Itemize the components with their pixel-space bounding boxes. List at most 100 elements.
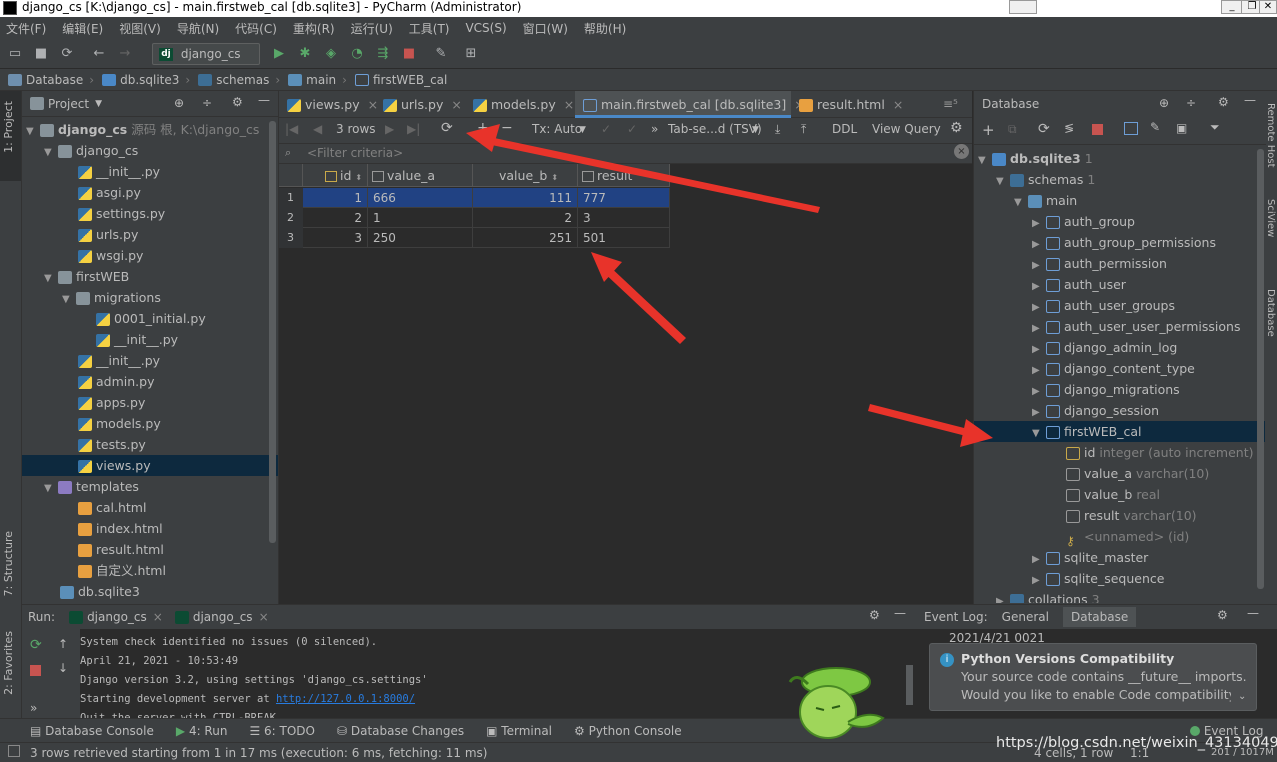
table-cell[interactable]: 501 — [578, 228, 670, 248]
export-icon[interactable]: ⤓ — [775, 122, 780, 137]
db-table[interactable]: ▶ auth_group — [1032, 211, 1135, 232]
tree-item[interactable]: ▼ migrations — [62, 287, 161, 308]
console-scrollbar[interactable] — [906, 665, 913, 705]
menu-edit[interactable]: 编辑(E) — [62, 20, 103, 37]
copy-icon[interactable]: ⧉ — [1008, 122, 1017, 137]
table-cell[interactable]: 1 — [303, 188, 368, 208]
down-icon[interactable]: ↓ — [58, 661, 68, 675]
stop-icon[interactable]: ■ — [400, 45, 418, 63]
menu-run[interactable]: 运行(U) — [351, 20, 393, 37]
row-number[interactable]: 3 — [279, 228, 303, 248]
tool-todo[interactable]: ☰ 6: TODO — [249, 724, 315, 738]
db-table[interactable]: ▶ django_session — [1032, 400, 1159, 421]
db-table[interactable]: ▶ auth_user_user_permissions — [1032, 316, 1240, 337]
last-page-icon[interactable]: ▶| — [407, 122, 420, 136]
close-icon[interactable]: × — [893, 97, 903, 112]
gear-icon[interactable]: ⚙ — [1217, 608, 1228, 622]
rerun-icon[interactable]: ⟳ — [30, 637, 42, 653]
refresh-icon[interactable]: ⟳ — [1038, 121, 1050, 137]
db-column[interactable]: value_b real — [1066, 484, 1160, 505]
tree-item[interactable]: ▼ firstWEB — [44, 266, 129, 287]
column-header-result[interactable]: result ⬍ — [578, 164, 670, 187]
close-icon[interactable]: × — [451, 97, 461, 112]
menu-help[interactable]: 帮助(H) — [584, 20, 626, 37]
menu-navigate[interactable]: 导航(N) — [177, 20, 219, 37]
db-table-selected[interactable]: ▼ firstWEB_cal — [974, 421, 1265, 442]
tree-item[interactable]: admin.py — [78, 371, 154, 392]
tree-item[interactable]: apps.py — [78, 392, 145, 413]
ddl-button[interactable]: DDL — [832, 122, 857, 136]
gear-icon[interactable]: ⚙ — [1218, 95, 1229, 109]
run-icon[interactable]: ▶ — [270, 45, 288, 63]
db-column[interactable]: value_a varchar(10) — [1066, 463, 1209, 484]
tool-tab-project[interactable]: 1: Project — [2, 101, 15, 153]
extractor-select[interactable]: Tab-se...d (TSV) — [668, 122, 762, 136]
tree-item[interactable]: db.sqlite3 — [60, 581, 140, 602]
up-icon[interactable]: ↑ — [58, 637, 68, 651]
tab-urls-py[interactable]: urls.py × — [375, 91, 465, 118]
tree-item[interactable]: tests.py — [78, 434, 146, 455]
notification-balloon[interactable]: i Python Versions Compatibility Your sou… — [929, 643, 1257, 711]
table-cell[interactable]: 2 — [303, 208, 368, 228]
table-cell[interactable]: 111 — [473, 188, 578, 208]
stop-icon[interactable] — [1092, 124, 1103, 135]
db-column[interactable]: id integer (auto increment) — [1066, 442, 1254, 463]
tool-run[interactable]: ▶ 4: Run — [176, 724, 228, 738]
import-icon[interactable]: ⤒ — [801, 122, 806, 137]
concurrency-icon[interactable]: ⇶ — [374, 45, 392, 63]
tree-item[interactable]: 0001_initial.py — [96, 308, 206, 329]
tree-item[interactable]: __init__.py — [96, 329, 178, 350]
hide-icon[interactable]: — — [894, 606, 906, 620]
tool-database-changes[interactable]: ⛁ Database Changes — [337, 724, 464, 738]
project-panel-title[interactable]: Project — [48, 97, 89, 111]
more-icon[interactable]: » — [651, 122, 658, 136]
menu-window[interactable]: 窗口(W) — [523, 20, 568, 37]
run-config-select[interactable]: dj django_cs ▼ — [152, 43, 260, 81]
tool-tab-favorites[interactable]: 2: Favorites — [2, 631, 15, 695]
tree-item[interactable]: __init__.py — [78, 350, 160, 371]
close-icon[interactable]: × — [153, 610, 163, 624]
menu-refactor[interactable]: 重构(R) — [293, 20, 335, 37]
chevron-down-icon[interactable]: ▼ — [95, 99, 102, 109]
chevron-down-icon[interactable]: ⌄ — [1238, 688, 1246, 706]
rows-count[interactable]: 3 rows — [336, 122, 376, 136]
tree-item[interactable]: settings.py — [78, 203, 165, 224]
server-link[interactable]: http://127.0.0.1:8000/ — [276, 693, 415, 705]
db-table[interactable]: ▶ auth_permission — [1032, 253, 1167, 274]
prev-page-icon[interactable]: ◀ — [313, 122, 322, 136]
debug-icon[interactable]: ✱ — [296, 45, 314, 63]
gear-icon[interactable]: ⚙ — [869, 608, 880, 622]
column-header-id[interactable]: id ⬍ — [303, 164, 368, 187]
menu-tools[interactable]: 工具(T) — [409, 20, 450, 37]
tab-views-py[interactable]: views.py × — [279, 91, 378, 118]
tree-item[interactable]: 自定义.html — [78, 560, 166, 581]
profile-icon[interactable]: ◔ — [348, 45, 366, 63]
tool-tab-sciview[interactable]: SciView — [1265, 199, 1276, 237]
breadcrumb-firstweb-cal[interactable]: firstWEB_cal — [354, 73, 447, 87]
db-table[interactable]: ▶ django_admin_log — [1032, 337, 1177, 358]
tx-mode-select[interactable]: Tx: Auto — [532, 122, 582, 136]
tab-database[interactable]: Database — [1062, 607, 1137, 627]
tool-python-console[interactable]: ⚙ Python Console — [574, 724, 682, 738]
db-table[interactable]: ▶ django_migrations — [1032, 379, 1180, 400]
table-cell[interactable]: 666 — [368, 188, 473, 208]
sort-icon[interactable]: ⬍ — [660, 173, 667, 182]
table-cell[interactable]: 3 — [578, 208, 670, 228]
close-button[interactable]: ✕ — [1259, 0, 1277, 14]
add-row-icon[interactable]: + — [477, 120, 489, 136]
project-scrollbar[interactable] — [269, 121, 276, 543]
tree-item[interactable]: ▼ templates — [44, 476, 139, 497]
breadcrumb-schemas[interactable]: schemas › — [198, 73, 280, 87]
filter-input[interactable]: <Filter criteria> — [307, 146, 403, 160]
back-icon[interactable]: ← — [90, 45, 108, 63]
collapse-icon[interactable]: ÷ — [202, 96, 212, 110]
tab-firstweb-cal[interactable]: main.firstweb_cal [db.sqlite3]× — [575, 91, 805, 118]
db-tree-main[interactable]: ▼ main — [1014, 190, 1077, 211]
tabs-overflow-icon[interactable]: ≡⁵ — [943, 97, 958, 111]
hide-icon[interactable]: — — [1247, 606, 1259, 620]
tool-tab-remote-host[interactable]: Remote Host — [1265, 103, 1276, 168]
db-tree-schemas[interactable]: ▼ schemas 1 — [996, 169, 1095, 190]
column-header-value-b[interactable]: value_b ⬍ — [473, 164, 578, 187]
tool-tab-structure[interactable]: 7: Structure — [2, 531, 15, 596]
close-icon[interactable]: × — [564, 97, 574, 112]
